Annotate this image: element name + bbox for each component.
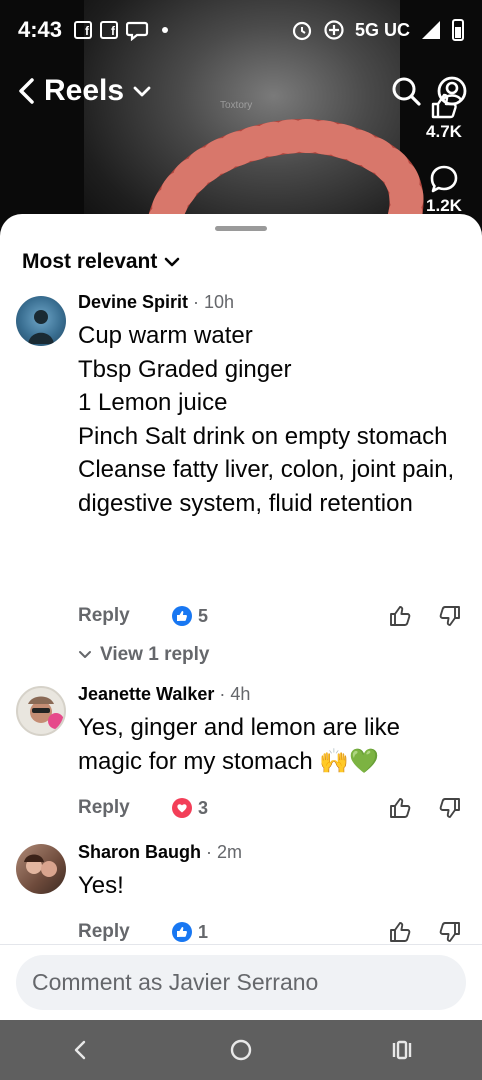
- reaction-summary[interactable]: 5: [172, 606, 208, 627]
- separator-dot: ·: [206, 842, 213, 862]
- chevron-down-icon: [79, 651, 91, 658]
- like-count: 4.7K: [426, 122, 462, 141]
- like-icon[interactable]: [429, 92, 459, 120]
- back-icon[interactable]: [14, 76, 40, 106]
- reels-header: Reels: [0, 66, 482, 116]
- thumbs-down-icon[interactable]: [438, 796, 462, 820]
- comment-text: Yes!: [78, 872, 124, 899]
- reaction-summary[interactable]: 1: [172, 922, 208, 943]
- sort-selector[interactable]: Most relevant: [22, 250, 181, 274]
- comment-input-placeholder: Comment as Javier Serrano: [32, 969, 319, 995]
- comment-author[interactable]: Sharon Baugh: [78, 842, 201, 863]
- thumbs-down-icon[interactable]: [438, 604, 462, 628]
- love-reaction-icon: [172, 798, 192, 818]
- comment-icon[interactable]: [429, 164, 459, 194]
- comment-input[interactable]: Comment as Javier Serrano: [16, 955, 466, 1010]
- thumbs-up-icon[interactable]: [388, 920, 412, 944]
- like-reaction-icon: [172, 922, 192, 942]
- network-type: 5G UC: [354, 19, 410, 40]
- data-saver-icon: [324, 20, 344, 40]
- reaction-summary[interactable]: 3: [172, 798, 208, 819]
- back-icon: [75, 1040, 86, 1060]
- more-notifications-dot: [162, 27, 169, 33]
- view-replies-label: View 1 reply: [100, 644, 210, 665]
- comment-time: 2m: [217, 842, 243, 862]
- status-time: 4:43: [18, 17, 63, 42]
- thumbs-up-icon[interactable]: [388, 796, 412, 820]
- thumbs-up-icon[interactable]: [388, 604, 412, 628]
- comment-author[interactable]: Jeanette Walker: [78, 684, 214, 705]
- reel-side-actions: 4.7K 1.2K: [414, 92, 474, 216]
- avatar[interactable]: [16, 296, 66, 346]
- alarm-icon: [292, 21, 312, 41]
- comment-actions: Reply 1: [78, 917, 462, 947]
- nav-home-button[interactable]: [221, 1030, 261, 1070]
- view-replies-button[interactable]: View 1 reply: [78, 644, 210, 666]
- comment-text: Cup warm water Tbsp Graded ginger 1 Lemo…: [78, 322, 455, 517]
- system-nav-bar: [0, 1020, 482, 1080]
- separator-dot: ·: [193, 292, 200, 312]
- sort-label: Most relevant: [22, 250, 158, 273]
- comment-actions: Reply 5: [78, 601, 462, 631]
- sheet-drag-handle[interactable]: [215, 226, 267, 231]
- like-reaction-icon: [172, 606, 192, 626]
- reply-button[interactable]: Reply: [78, 797, 130, 819]
- comment-time: 10h: [204, 292, 235, 312]
- reaction-count: 3: [198, 797, 209, 818]
- comment-time: 4h: [230, 684, 251, 704]
- facebook-notification-icon: f: [100, 21, 119, 39]
- comments-sheet: Most relevant Devine Spirit · 10h Cup wa…: [0, 214, 482, 1020]
- reply-button[interactable]: Reply: [78, 605, 130, 627]
- recents-icon: [392, 1040, 411, 1060]
- nav-recents-button[interactable]: [382, 1030, 422, 1070]
- reply-button[interactable]: Reply: [78, 921, 130, 943]
- avatar[interactable]: [16, 686, 66, 736]
- messenger-icon: [126, 21, 149, 41]
- avatar[interactable]: [16, 844, 66, 894]
- comment-author[interactable]: Devine Spirit: [78, 292, 188, 313]
- chevron-down-icon[interactable]: [132, 81, 152, 101]
- thumbs-down-icon[interactable]: [438, 920, 462, 944]
- reaction-count: 5: [198, 605, 209, 626]
- signal-icon: [422, 21, 440, 39]
- battery-icon: [452, 19, 464, 41]
- home-circle-icon: [230, 1039, 252, 1061]
- composer-divider: [0, 944, 482, 945]
- comment-actions: Reply 3: [78, 793, 462, 823]
- reaction-count: 1: [198, 921, 209, 942]
- reels-title[interactable]: Reels: [44, 74, 124, 108]
- comment-text: Yes, ginger and lemon are like magic for…: [78, 714, 400, 775]
- separator-dot: ·: [219, 684, 226, 704]
- nav-back-button[interactable]: [60, 1030, 100, 1070]
- facebook-notification-icon: f: [74, 21, 93, 39]
- chevron-down-icon: [165, 257, 180, 267]
- comment-count: 1.2K: [426, 196, 462, 215]
- status-bar: 4:43 f f 5G UC: [0, 0, 482, 60]
